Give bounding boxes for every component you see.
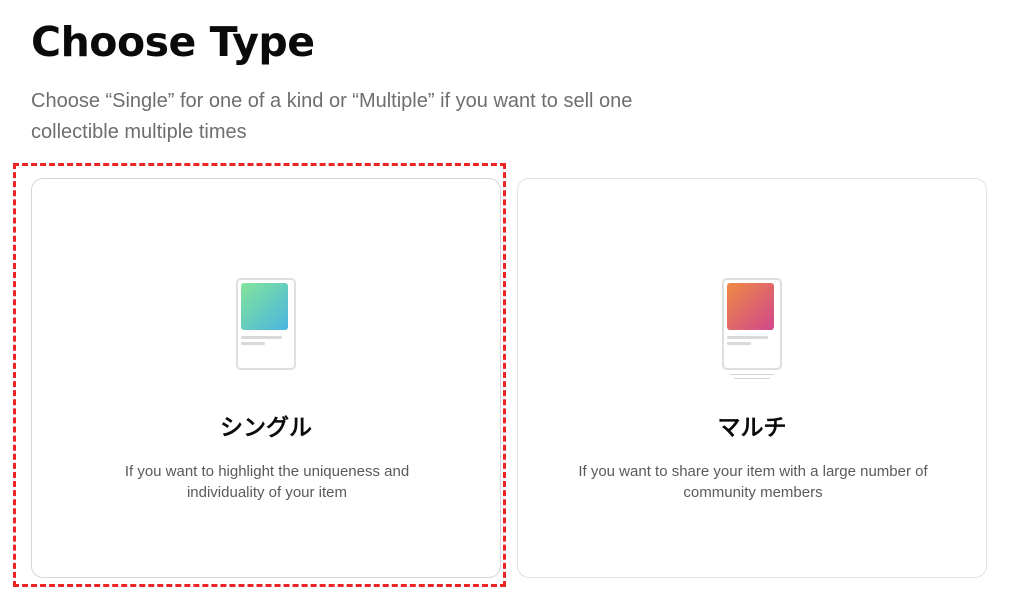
page-subtitle: Choose “Single” for one of a kind or “Mu… [31,90,633,143]
type-card-multiple[interactable]: マルチ If you want to share your item with … [517,178,987,578]
card-description-multiple: If you want to share your item with a la… [578,463,928,501]
card-title-single: シングル [220,415,312,441]
single-collectible-icon [236,278,296,370]
card-description-single: If you want to highlight the uniqueness … [124,463,410,501]
card-title-multiple: マルチ [717,415,787,441]
type-card-single[interactable]: シングル If you want to highlight the unique… [31,178,501,578]
multiple-collectible-icon [722,278,782,379]
page-title: Choose Type [31,18,315,66]
